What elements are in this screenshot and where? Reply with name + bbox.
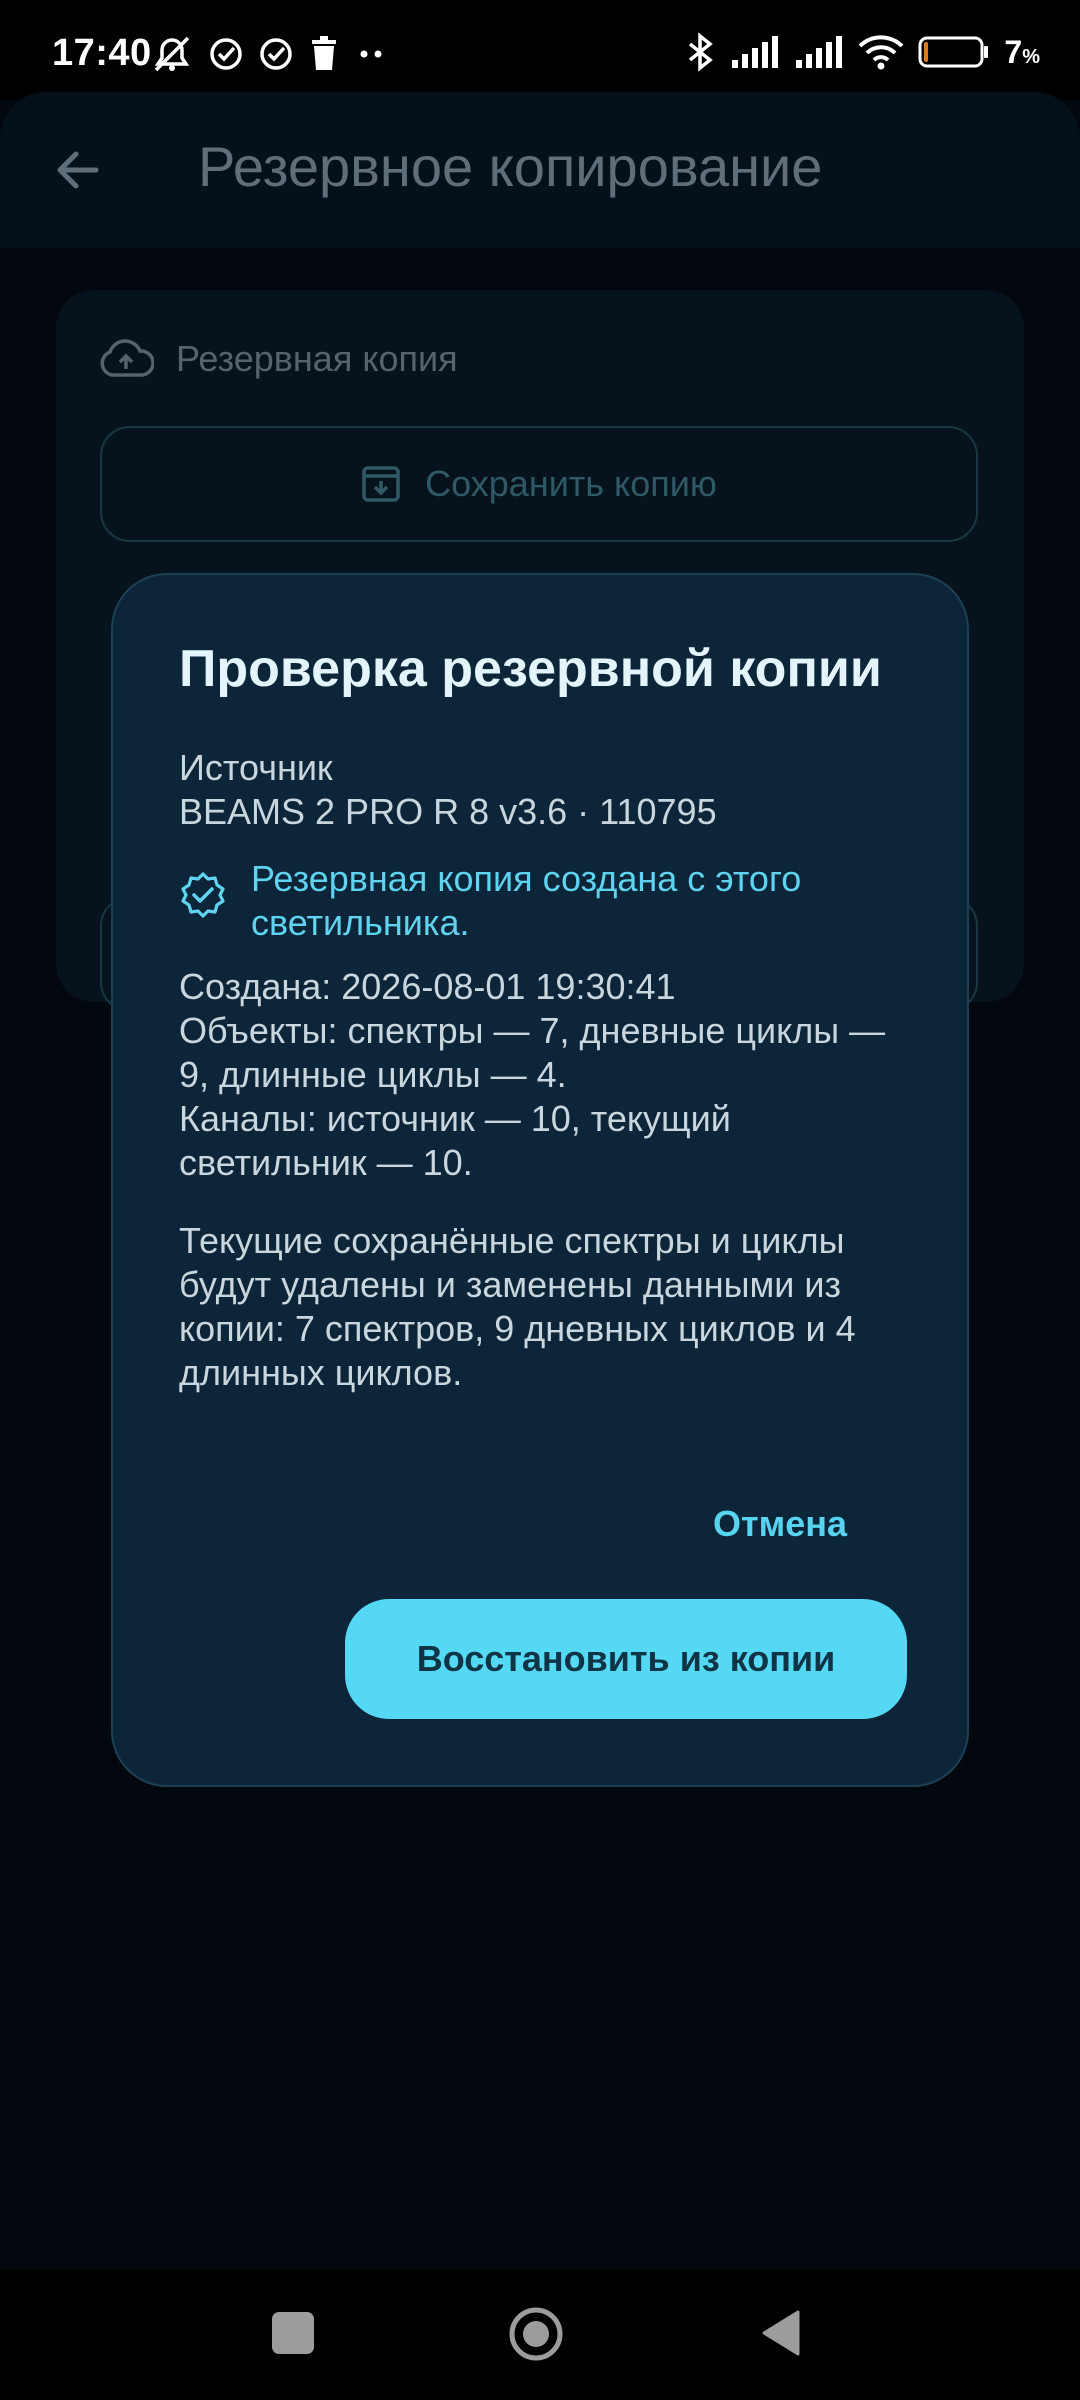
source-label: Источник [179, 747, 333, 788]
backup-check-dialog: Проверка резервной копии Источник BEAMS … [111, 573, 969, 1787]
backup-info: Создана: 2026-08-01 19:30:41 Объекты: сп… [179, 966, 886, 1183]
page-title: Резервное копирование [198, 135, 823, 198]
status-time: 17:40 [52, 32, 152, 74]
status-right-icons: 7% [686, 32, 1040, 72]
signal-icon [732, 36, 779, 68]
check-circle-icon [210, 38, 242, 70]
app-bar: Резервное копирование [0, 92, 1080, 248]
restore-from-backup-button[interactable]: Восстановить из копии [345, 1599, 907, 1719]
restore-button-label: Восстановить из копии [416, 1638, 836, 1679]
backup-card-title: Резервная копия [176, 338, 458, 379]
verified-badge-icon [181, 872, 225, 918]
signal-icon [796, 36, 843, 68]
source-value: BEAMS 2 PRO R 8 v3.6 · 110795 [179, 791, 717, 832]
alarm-off-icon [154, 36, 190, 72]
cloud-upload-icon [100, 339, 154, 377]
home-circle-icon[interactable] [508, 2306, 564, 2362]
trash-icon [312, 36, 336, 70]
status-bar: 17:40 7% [0, 0, 1080, 100]
more-dots-icon [360, 50, 382, 58]
archive-download-icon [362, 466, 400, 502]
status-left-icons [150, 34, 388, 74]
arrow-left-icon[interactable] [50, 142, 106, 198]
recents-square-icon[interactable] [272, 2312, 314, 2354]
save-backup-label: Сохранить копию [425, 463, 717, 504]
check-circle-icon [260, 38, 292, 70]
verified-text: Резервная копия создана с этого светильн… [251, 858, 802, 943]
back-triangle-icon[interactable] [760, 2308, 802, 2358]
backup-card-header: Резервная копия [98, 338, 458, 380]
bluetooth-icon [689, 32, 714, 72]
save-backup-button[interactable]: Сохранить копию [100, 426, 978, 542]
dialog-title: Проверка резервной копии [179, 640, 882, 698]
navigation-bar [0, 2270, 1080, 2400]
battery-icon [918, 36, 989, 68]
wifi-icon [859, 35, 904, 70]
cancel-button[interactable]: Отмена [713, 1503, 847, 1545]
restore-warning: Текущие сохранённые спектры и циклы буду… [179, 1220, 856, 1393]
battery-percent: 7% [1004, 33, 1040, 70]
